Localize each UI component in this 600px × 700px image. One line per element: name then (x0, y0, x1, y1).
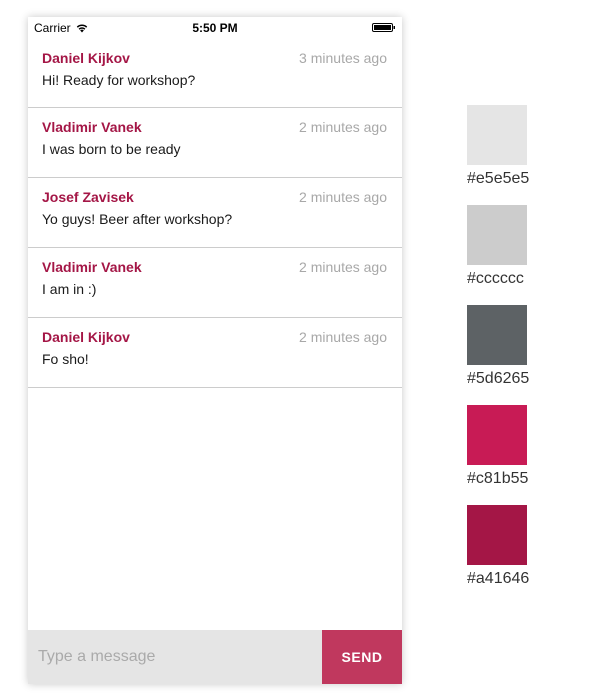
phone-screen: Carrier 5:50 PM Daniel Kijkov 3 minutes … (28, 17, 402, 684)
color-swatch (467, 305, 527, 365)
color-swatch (467, 205, 527, 265)
status-bar: Carrier 5:50 PM (28, 17, 402, 38)
message-text: Fo sho! (42, 351, 89, 367)
status-time: 5:50 PM (192, 21, 238, 35)
swatch-item: #cccccc (467, 205, 529, 305)
message-item[interactable]: Josef Zavisek 2 minutes ago Yo guys! Bee… (28, 178, 402, 248)
swatch-item: #5d6265 (467, 305, 529, 405)
message-item[interactable]: Daniel Kijkov 2 minutes ago Fo sho! (28, 318, 402, 388)
message-text: I was born to be ready (42, 141, 181, 157)
message-author: Daniel Kijkov (42, 50, 130, 66)
message-author: Josef Zavisek (42, 189, 134, 205)
swatch-label: #a41646 (467, 570, 530, 587)
swatch-item: #a41646 (467, 505, 529, 605)
message-author: Daniel Kijkov (42, 329, 130, 345)
send-button[interactable]: SEND (322, 630, 402, 684)
message-list: Daniel Kijkov 3 minutes ago Hi! Ready fo… (28, 38, 402, 388)
battery-icon (372, 23, 395, 32)
message-composer: SEND (28, 630, 402, 684)
message-input[interactable] (28, 630, 322, 684)
message-time: 2 minutes ago (299, 119, 387, 135)
color-swatch (467, 405, 527, 465)
color-swatch (467, 505, 527, 565)
message-time: 3 minutes ago (299, 50, 387, 66)
message-text: Yo guys! Beer after workshop? (42, 211, 233, 227)
color-swatch (467, 105, 527, 165)
swatch-label: #cccccc (467, 270, 524, 287)
color-palette: #e5e5e5 #cccccc #5d6265 #c81b55 #a41646 (467, 105, 529, 605)
message-author: Vladimir Vanek (42, 259, 142, 275)
swatch-label: #e5e5e5 (467, 170, 530, 187)
message-time: 2 minutes ago (299, 189, 387, 205)
message-time: 2 minutes ago (299, 329, 387, 345)
message-item[interactable]: Daniel Kijkov 3 minutes ago Hi! Ready fo… (28, 38, 402, 108)
message-item[interactable]: Vladimir Vanek 2 minutes ago I was born … (28, 108, 402, 178)
swatch-label: #5d6265 (467, 370, 530, 387)
swatch-item: #e5e5e5 (467, 105, 529, 205)
message-text: I am in :) (42, 281, 97, 297)
message-text: Hi! Ready for workshop? (42, 72, 196, 88)
message-item[interactable]: Vladimir Vanek 2 minutes ago I am in :) (28, 248, 402, 318)
swatch-item: #c81b55 (467, 405, 529, 505)
message-author: Vladimir Vanek (42, 119, 142, 135)
swatch-label: #c81b55 (467, 470, 529, 487)
message-time: 2 minutes ago (299, 259, 387, 275)
